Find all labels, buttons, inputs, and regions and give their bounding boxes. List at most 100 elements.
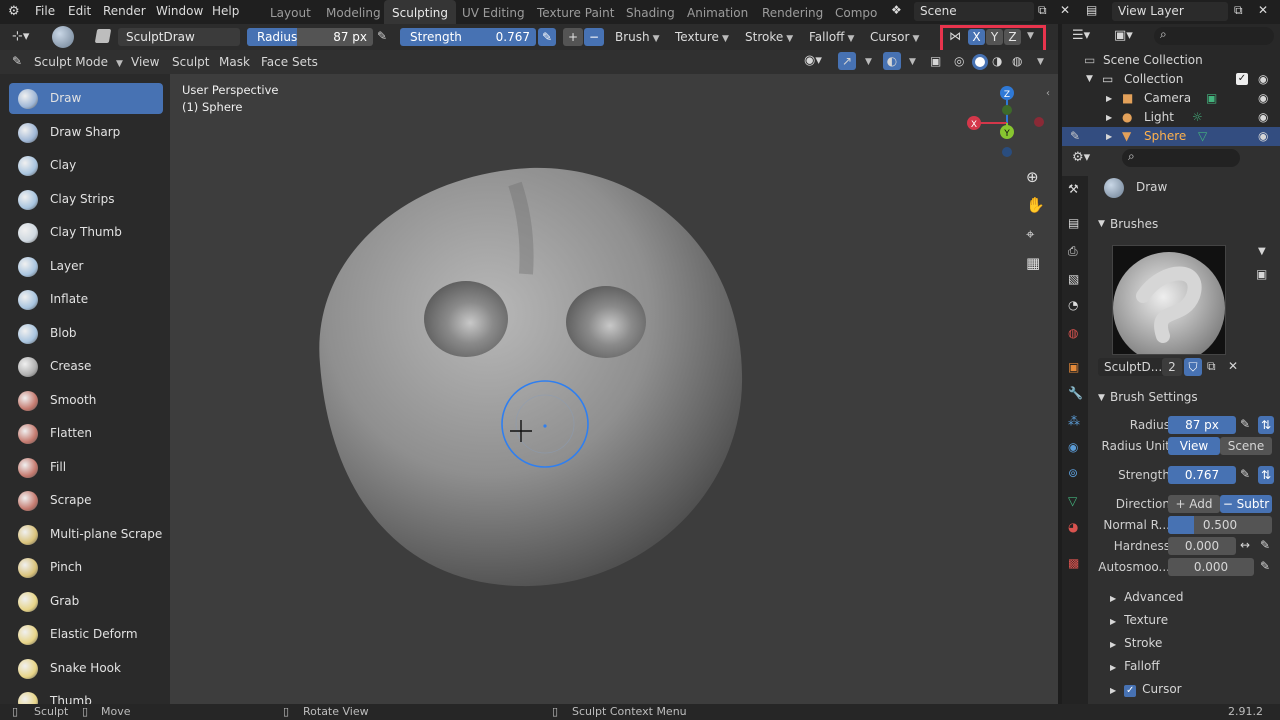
wireframe-shading-icon[interactable]: ◎ — [954, 54, 964, 68]
object-data-tab-icon[interactable]: ▽ — [1068, 494, 1077, 508]
strength-pressure-icon[interactable]: ✎ — [538, 28, 556, 46]
material-tab-icon[interactable]: ◕ — [1068, 520, 1078, 534]
cursor-dropdown[interactable]: Cursor ▼ — [870, 28, 919, 46]
sidebar-toggle-chevron-icon[interactable]: ‹ — [1046, 88, 1050, 99]
brush-slot-field[interactable]: SculptD... — [1098, 358, 1168, 376]
pan-hand-icon[interactable]: ✋ — [1026, 196, 1045, 214]
sphere-data-icon[interactable]: ▽ — [1198, 127, 1207, 146]
tool-layer[interactable]: Layer — [9, 251, 163, 282]
autosmooth-pressure-icon[interactable]: ✎ — [1260, 559, 1270, 573]
overlay-chevron-icon[interactable]: ▼ — [909, 57, 916, 67]
gizmo-toggle-icon[interactable]: ↗ — [838, 52, 856, 70]
hardness-invert-icon[interactable]: ↔ — [1240, 538, 1250, 552]
constraints-tab-icon[interactable]: ⊚ — [1068, 466, 1078, 480]
collection-checkbox[interactable]: ✓ — [1236, 73, 1248, 85]
subpanel-stroke[interactable]: ▶ Stroke — [1110, 636, 1162, 650]
object-tab-icon[interactable]: ▣ — [1068, 360, 1079, 374]
view-layer-field[interactable]: View Layer — [1112, 2, 1228, 21]
tool-scrape[interactable]: Scrape — [9, 485, 163, 516]
symmetry-z-toggle[interactable]: Z — [1004, 29, 1021, 45]
tool-clay-strips[interactable]: Clay Strips — [9, 184, 163, 215]
light-data-icon[interactable]: ☼ — [1192, 108, 1203, 127]
tool-snake-hook[interactable]: Snake Hook — [9, 653, 163, 684]
rendered-shading-icon[interactable]: ◍ — [1012, 54, 1022, 68]
tool-multi-plane-scrape[interactable]: Multi-plane Scrape — [9, 519, 163, 550]
cursor-checkbox[interactable]: ✓ — [1124, 685, 1137, 697]
radius-slider[interactable]: Radius 87 px — [247, 28, 373, 46]
subpanel-expand-icon[interactable]: ▶ — [1110, 594, 1116, 603]
collection-visibility-eye-icon[interactable]: ◉ — [1258, 70, 1268, 89]
symmetry-x-toggle[interactable]: X — [968, 29, 985, 45]
radius-pressure-prop-icon[interactable]: ✎ — [1240, 417, 1250, 431]
gizmo-neg-y-axis[interactable] — [1002, 105, 1012, 115]
output-tab-icon[interactable]: ⎙ — [1068, 244, 1078, 259]
zoom-icon[interactable]: ⊕ — [1026, 168, 1039, 186]
menu-face-sets[interactable]: Face Sets — [261, 55, 318, 69]
scene-tab-icon[interactable]: ◔ — [1068, 298, 1078, 312]
stroke-dropdown[interactable]: Stroke ▼ — [745, 28, 793, 46]
normal-radius-slider[interactable]: 0.500 — [1168, 516, 1272, 534]
delete-view-layer-icon[interactable]: ✕ — [1258, 3, 1268, 17]
menu-file[interactable]: File — [35, 4, 55, 18]
outliner-editor-icon[interactable]: ☰▾ — [1072, 28, 1090, 43]
tab-animation[interactable]: Animation — [679, 0, 756, 24]
subpanel-expand-icon[interactable]: ▶ — [1110, 640, 1116, 649]
outliner-scene-collection[interactable]: ▭ Scene Collection — [1062, 51, 1280, 70]
tab-modeling[interactable]: Modeling — [318, 0, 389, 24]
camera-view-icon[interactable]: ⌖ — [1026, 225, 1034, 243]
falloff-dropdown[interactable]: Falloff ▼ — [809, 28, 854, 46]
tool-clay-thumb[interactable]: Clay Thumb — [9, 217, 163, 248]
particles-tab-icon[interactable]: ⁂ — [1068, 414, 1080, 428]
brush-users-count[interactable]: 2 — [1162, 358, 1182, 376]
strength-prop-field[interactable]: 0.767 — [1168, 466, 1236, 484]
tool-flatten[interactable]: Flatten — [9, 418, 163, 449]
add-button[interactable]: + — [563, 28, 583, 46]
subpanel-advanced[interactable]: ▶ Advanced — [1110, 590, 1183, 604]
radius-unit-view-button[interactable]: View — [1168, 437, 1220, 455]
menu-sculpt[interactable]: Sculpt — [172, 55, 209, 69]
brushes-header[interactable]: Brushes — [1110, 217, 1158, 231]
mirror-icon[interactable]: ⋈ — [949, 29, 961, 43]
tool-tab-icon[interactable]: ⚒ — [1068, 182, 1079, 196]
physics-tab-icon[interactable]: ◉ — [1068, 440, 1078, 454]
subpanel-expand-icon[interactable]: ▶ — [1110, 617, 1116, 626]
sphere-expand-icon[interactable]: ▶ — [1106, 127, 1112, 146]
subtract-button[interactable]: − — [584, 28, 604, 46]
gizmo-chevron-icon[interactable]: ▼ — [865, 57, 872, 67]
outliner-search-input[interactable]: ⌕ — [1154, 27, 1274, 45]
unlink-brush-icon[interactable]: ✕ — [1228, 359, 1238, 373]
brush-preview-toggle-icon[interactable]: ▣ — [1256, 267, 1267, 281]
brush-thumbnail[interactable] — [1112, 245, 1226, 364]
tool-crease[interactable]: Crease — [9, 351, 163, 382]
scene-icon[interactable]: ❖ — [891, 3, 902, 17]
tool-grab[interactable]: Grab — [9, 586, 163, 617]
tool-draw[interactable]: Draw — [9, 83, 163, 114]
collection-expand-icon[interactable]: ▼ — [1086, 70, 1093, 89]
tool-inflate[interactable]: Inflate — [9, 284, 163, 315]
xray-icon[interactable]: ▣ — [930, 54, 941, 68]
camera-data-icon[interactable]: ▣ — [1206, 89, 1217, 108]
tool-elastic-deform[interactable]: Elastic Deform — [9, 619, 163, 650]
hardness-field[interactable]: 0.000 — [1168, 537, 1236, 555]
outliner-item-sphere[interactable]: ✎ ▶ ▼ Sphere ▽ ◉ — [1062, 127, 1280, 146]
scene-field[interactable]: Scene — [914, 2, 1034, 21]
menu-view[interactable]: View — [131, 55, 159, 69]
light-expand-icon[interactable]: ▶ — [1106, 108, 1112, 127]
outliner-item-camera[interactable]: ▶ ■ Camera ▣ ◉ — [1062, 89, 1280, 108]
menu-help[interactable]: Help — [212, 4, 239, 18]
editor-type-icon[interactable]: ⊹▾ — [12, 29, 29, 44]
fake-user-shield-icon[interactable]: ⛉ — [1184, 358, 1202, 376]
menu-render[interactable]: Render — [103, 4, 146, 18]
brush-preview-icon[interactable] — [52, 26, 74, 48]
strength-pressure-prop-icon[interactable]: ✎ — [1240, 467, 1250, 481]
brush-dropdown[interactable]: Brush ▼ — [615, 28, 660, 46]
overlay-toggle-icon[interactable]: ◐ — [883, 52, 901, 70]
mode-selector[interactable]: Sculpt Mode ▼ — [34, 55, 123, 69]
outliner-item-light[interactable]: ▶ ● Light ☼ ◉ — [1062, 108, 1280, 127]
strength-lock-icon[interactable]: ⇅ — [1258, 466, 1274, 484]
solid-shading-icon[interactable] — [972, 54, 988, 70]
new-scene-icon[interactable]: ⧉ — [1038, 3, 1047, 18]
tab-uv-editing[interactable]: UV Editing — [454, 0, 533, 24]
radius-prop-field[interactable]: 87 px — [1168, 416, 1236, 434]
properties-search-input[interactable]: ⌕ — [1122, 149, 1240, 167]
